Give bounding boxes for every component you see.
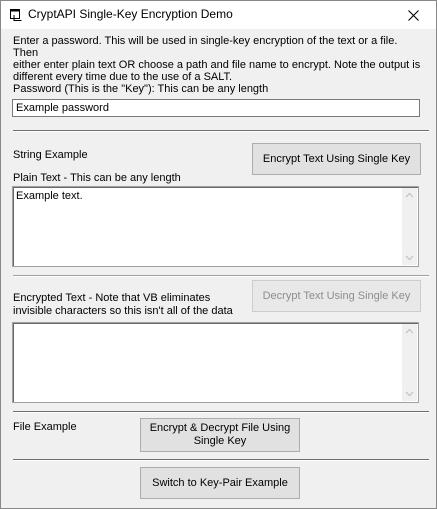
file-example-heading: File Example xyxy=(13,421,77,433)
file-button-label-line1: Encrypt & Decrypt File Using xyxy=(149,422,291,434)
plain-text-label: Plain Text - This can be any length xyxy=(13,172,181,184)
app-window-icon xyxy=(10,9,22,21)
encrypted-text-scrollbar[interactable] xyxy=(402,324,417,401)
encrypt-text-button-label: Encrypt Text Using Single Key xyxy=(262,152,411,165)
string-example-heading: String Example xyxy=(13,149,88,161)
scroll-up-arrow-icon[interactable] xyxy=(405,191,414,200)
encrypted-text-label-line1: Encrypted Text - Note that VB eliminates xyxy=(13,292,211,304)
password-label: Password (This is the "Key"): This can b… xyxy=(13,83,269,95)
switch-button-label: Switch to Key-Pair Example xyxy=(152,476,288,489)
file-button-label-line2: Single Key xyxy=(193,435,247,447)
encrypt-text-button[interactable]: Encrypt Text Using Single Key xyxy=(252,143,421,175)
encrypted-text-label-line2: invisible characters so this isn't all o… xyxy=(13,305,233,317)
client-area: Enter a password. This will be used in s… xyxy=(1,29,436,508)
divider-password xyxy=(13,130,429,132)
window-title: CryptAPI Single-Key Encryption Demo xyxy=(28,7,233,21)
plain-text-area[interactable]: Example text. xyxy=(12,186,419,267)
scroll-down-arrow-icon[interactable] xyxy=(405,253,414,262)
divider-plain xyxy=(13,275,429,277)
encrypted-text-area[interactable] xyxy=(12,322,419,403)
divider-encrypted xyxy=(13,411,429,413)
scroll-down-arrow-icon[interactable] xyxy=(405,389,414,398)
plain-text-scrollbar[interactable] xyxy=(402,188,417,265)
switch-key-pair-button[interactable]: Switch to Key-Pair Example xyxy=(140,467,300,499)
title-bar[interactable]: CryptAPI Single-Key Encryption Demo xyxy=(1,1,436,29)
plain-text-value: Example text. xyxy=(16,190,83,202)
decrypt-text-button[interactable]: Decrypt Text Using Single Key xyxy=(252,280,421,312)
close-icon xyxy=(407,9,419,21)
close-button[interactable] xyxy=(390,1,436,29)
intro-text: Enter a password. This will be used in s… xyxy=(13,35,421,83)
divider-file xyxy=(13,459,429,461)
decrypt-text-button-label: Decrypt Text Using Single Key xyxy=(262,289,411,302)
scroll-up-arrow-icon[interactable] xyxy=(405,327,414,336)
main-window: CryptAPI Single-Key Encryption Demo Ente… xyxy=(0,0,437,509)
password-input[interactable]: Example password xyxy=(12,99,420,117)
encrypt-decrypt-file-button[interactable]: Encrypt & Decrypt File Using Single Key xyxy=(140,418,300,452)
